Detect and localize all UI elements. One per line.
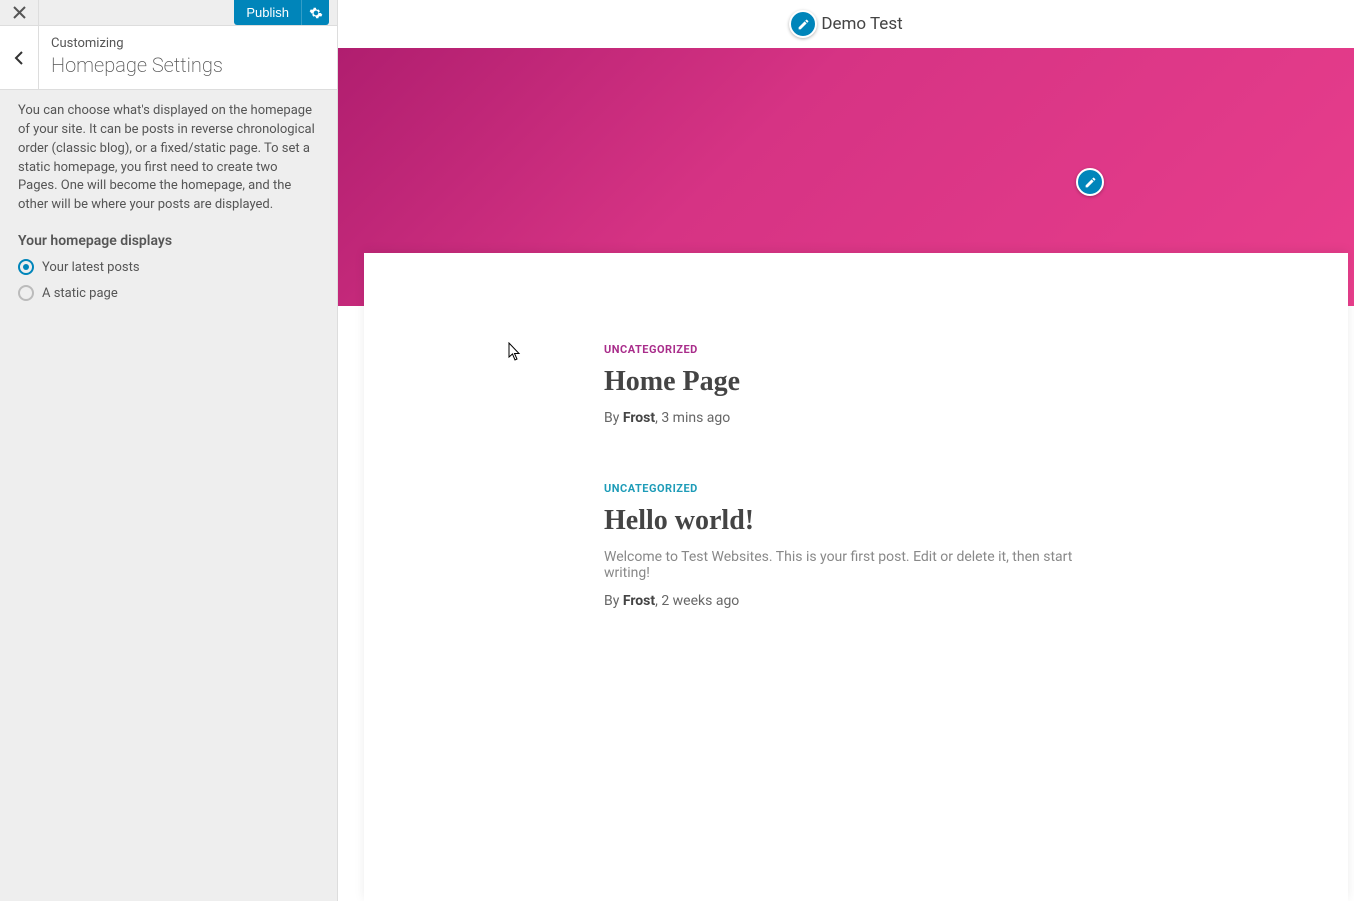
post-item: UNCATEGORIZED Hello world! Welcome to Te…	[604, 482, 1118, 609]
edit-hero-button[interactable]	[1076, 168, 1104, 196]
pencil-icon	[1084, 176, 1097, 189]
back-button[interactable]	[0, 26, 39, 89]
publish-button[interactable]: Publish	[234, 0, 301, 25]
spacer	[39, 0, 234, 25]
post-date: , 2 weeks ago	[655, 593, 739, 609]
panel-title: Homepage Settings	[51, 53, 223, 77]
site-preview: Demo Test UNCATEGORIZED Home Page By Fro…	[338, 0, 1354, 901]
post-item: UNCATEGORIZED Home Page By Frost, 3 mins…	[604, 343, 1118, 426]
preview-brand: Demo Test	[789, 10, 902, 38]
pencil-icon	[797, 18, 810, 31]
homepage-displays-label: Your homepage displays	[18, 233, 319, 249]
panel-header: Customizing Homepage Settings	[0, 25, 337, 90]
panel-description: You can choose what's displayed on the h…	[18, 102, 319, 215]
preview-header: Demo Test	[338, 0, 1354, 48]
publish-settings-button[interactable]	[301, 0, 329, 25]
panel-subtitle: Customizing	[51, 36, 223, 51]
post-date: , 3 mins ago	[655, 410, 730, 426]
post-title[interactable]: Home Page	[604, 366, 1118, 398]
radio-label: Your latest posts	[42, 260, 140, 275]
radio-static-page[interactable]: A static page	[18, 285, 319, 301]
customizer-sidebar: Publish Customizing Homepage Settings Yo…	[0, 0, 338, 901]
chevron-left-icon	[14, 50, 24, 66]
post-category[interactable]: UNCATEGORIZED	[604, 482, 1118, 495]
post-author[interactable]: Frost	[623, 593, 655, 609]
by-prefix: By	[604, 410, 623, 426]
close-customizer-button[interactable]	[0, 0, 39, 25]
edit-site-title-button[interactable]	[789, 10, 817, 38]
content-card: UNCATEGORIZED Home Page By Frost, 3 mins…	[364, 253, 1348, 901]
post-title[interactable]: Hello world!	[604, 505, 1118, 537]
post-byline: By Frost, 2 weeks ago	[604, 593, 1118, 609]
by-prefix: By	[604, 593, 623, 609]
gear-icon	[309, 6, 323, 20]
top-actions-bar: Publish	[0, 0, 337, 25]
close-icon	[13, 6, 26, 19]
site-title[interactable]: Demo Test	[821, 14, 902, 34]
panel-body: You can choose what's displayed on the h…	[0, 90, 337, 323]
panel-titles: Customizing Homepage Settings	[39, 26, 235, 89]
post-byline: By Frost, 3 mins ago	[604, 410, 1118, 426]
radio-icon	[18, 285, 34, 301]
radio-icon	[18, 259, 34, 275]
post-category[interactable]: UNCATEGORIZED	[604, 343, 1118, 356]
publish-group: Publish	[234, 0, 337, 25]
radio-latest-posts[interactable]: Your latest posts	[18, 259, 319, 275]
radio-label: A static page	[42, 286, 118, 301]
post-author[interactable]: Frost	[623, 410, 655, 426]
post-excerpt: Welcome to Test Websites. This is your f…	[604, 549, 1118, 581]
